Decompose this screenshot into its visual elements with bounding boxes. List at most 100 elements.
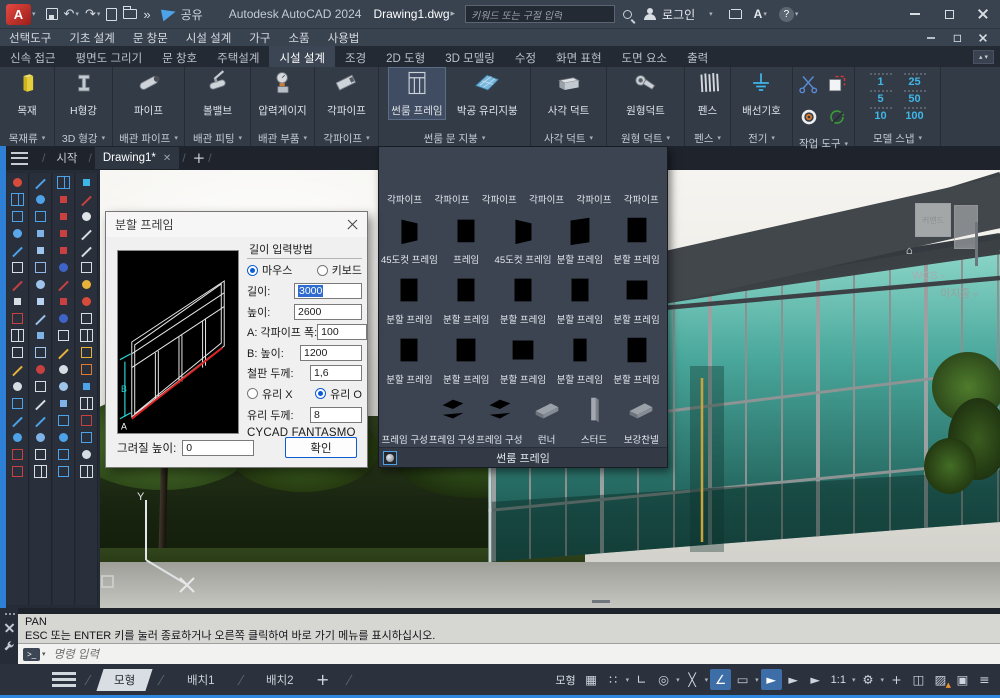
tool-icon[interactable] (79, 430, 94, 445)
account-icon[interactable] (644, 8, 656, 20)
tool-icon[interactable] (79, 362, 94, 377)
gallery-item-분할 프레임[interactable]: 분할 프레임 (608, 333, 665, 386)
autocad-logo-icon[interactable]: A (6, 4, 31, 25)
tool-icon[interactable] (56, 175, 71, 190)
panel-footer-fence[interactable]: 펜스▾ (685, 130, 730, 146)
tab-close-icon[interactable]: ✕ (163, 153, 171, 164)
otrack-icon[interactable]: ∠ (710, 669, 731, 690)
panel-expand-icon[interactable]: ▾ (717, 134, 721, 142)
tool-icon[interactable] (56, 362, 71, 377)
gallery-item-프레임 구성[interactable]: 프레임 구성 (381, 393, 428, 446)
tool-icon[interactable] (33, 243, 48, 258)
isodraft-icon-dropdown[interactable]: ▾ (705, 676, 709, 684)
wcs-dropdown[interactable]: WCS ▿ (912, 270, 945, 282)
tool-icon[interactable] (79, 447, 94, 462)
tool-icon[interactable] (79, 328, 94, 343)
ribbon-tab-7[interactable]: 2D 도형 (376, 46, 435, 67)
dynamic-input-icon-dropdown[interactable]: ▾ (755, 676, 759, 684)
gallery-item-분할 프레임[interactable]: 분할 프레임 (495, 273, 552, 326)
tool-icon[interactable] (79, 243, 94, 258)
glass-thick-field[interactable]: 8 (310, 407, 362, 423)
tool-icon[interactable] (56, 328, 71, 343)
panel-footer-pipe[interactable]: 배관 파이프▾ (113, 130, 184, 146)
tool-icon[interactable] (56, 396, 71, 411)
ribbon-tab-3[interactable]: 문 창호 (152, 46, 207, 67)
radio-mouse[interactable]: 마우스 (247, 262, 292, 278)
panel-expand-icon[interactable]: ▾ (845, 140, 849, 148)
gallery-item-프레임 구성[interactable]: 프레임 구성 (476, 393, 523, 446)
ribbon-button-원형덕트[interactable]: 원형덕트 (624, 68, 667, 119)
radio-glass-o[interactable]: 유리 O (315, 386, 362, 402)
ribbon-tab-6[interactable]: 조경 (335, 46, 376, 67)
tool-icon[interactable] (10, 277, 25, 292)
isodraft-icon[interactable]: ╳ (682, 669, 703, 690)
tool-icon[interactable] (79, 396, 94, 411)
ribbon-button-사각 덕트[interactable]: 사각 덕트 (546, 68, 592, 119)
panel-expand-icon[interactable]: ▾ (919, 134, 923, 142)
command-input[interactable]: >_ ▾ 명령 입력 (18, 643, 1000, 664)
panel-footer-shapes3d[interactable]: 3D 형강▾ (55, 130, 112, 146)
tool-icon[interactable] (79, 345, 94, 360)
tool-icon[interactable] (10, 209, 25, 224)
logo-dropdown-icon[interactable]: ▾ (32, 10, 36, 18)
minimize-button[interactable] (898, 0, 932, 28)
tool-icon[interactable] (79, 192, 94, 207)
polar-tracking-icon[interactable]: ◎ (653, 669, 674, 690)
ribbon-tab-5[interactable]: 시설 설계 (269, 46, 335, 67)
customize-icon[interactable]: ≡ (974, 669, 995, 690)
panel-footer-sqpipe[interactable]: 각파이프▾ (315, 130, 378, 146)
tool-icon[interactable] (33, 396, 48, 411)
tool-icon[interactable] (33, 464, 48, 479)
panel-expand-icon[interactable]: ▾ (590, 134, 594, 142)
gallery-item-분할 프레임[interactable]: 분할 프레임 (381, 273, 438, 326)
length-field[interactable]: 3000 (294, 283, 362, 299)
autodesk-app-icon[interactable]: A (754, 7, 763, 21)
search-category-icon[interactable]: ▸ (451, 9, 456, 19)
command-settings-icon[interactable] (3, 640, 15, 652)
save-button[interactable] (43, 4, 61, 24)
gallery-item-각파이프[interactable]: 각파이프 (428, 153, 475, 206)
layout-menu-icon[interactable] (52, 672, 76, 687)
tool-icon[interactable] (79, 413, 94, 428)
tool-icon[interactable] (33, 226, 48, 241)
tool-icon[interactable] (79, 294, 94, 309)
new-layout-button[interactable]: + (316, 670, 329, 689)
tool-icon[interactable] (33, 192, 48, 207)
panel-footer-parts[interactable]: 배관 부품▾ (251, 130, 314, 146)
more-tools-button[interactable]: » (140, 4, 153, 24)
search-icon[interactable] (623, 10, 632, 19)
tool-icon[interactable] (56, 447, 71, 462)
panel-footer-worktools[interactable]: 작업 도구▾ (793, 136, 854, 151)
tool-icon[interactable] (33, 362, 48, 377)
new-tab-button[interactable]: + (193, 149, 206, 167)
model-snap-50[interactable]: 50 (904, 90, 926, 105)
gallery-item-분할 프레임[interactable]: 분할 프레임 (608, 273, 665, 326)
redo-button[interactable]: ↷▾ (82, 4, 103, 24)
ribbon-tab-10[interactable]: 화면 표현 (546, 46, 612, 67)
panel-footer-sunroom[interactable]: 썬룸 문 지붕▾ (379, 130, 530, 146)
viewport-scrollbar-thumb[interactable] (975, 222, 978, 266)
menu-item-7[interactable]: 사용법 (319, 30, 369, 46)
tool-icon[interactable] (56, 294, 71, 309)
grip-icon[interactable] (4, 612, 15, 617)
tool-icon[interactable] (33, 379, 48, 394)
menu-item-5[interactable]: 가구 (240, 30, 279, 46)
ribbon-collapse-button[interactable]: ▴ ▾ (973, 50, 994, 64)
gallery-item-런너[interactable]: 런너 (523, 393, 570, 446)
ribbon-tab-1[interactable]: 신속 접근 (0, 46, 66, 67)
ribbon-button-H형강[interactable]: H형강 (67, 68, 101, 119)
tool-icon[interactable] (10, 345, 25, 360)
tool-icon[interactable] (56, 209, 71, 224)
plot-button[interactable] (103, 4, 120, 24)
command-close-icon[interactable] (5, 623, 14, 632)
panel-footer-rduct[interactable]: 원형 덕트▾ (607, 130, 684, 146)
model-snap-5[interactable]: 5 (870, 90, 892, 105)
gallery-item-분할 프레임[interactable]: 분할 프레임 (551, 273, 608, 326)
tool-icon[interactable] (33, 260, 48, 275)
tool-icon[interactable] (33, 447, 48, 462)
isolate-objects-icon[interactable]: ◫ (908, 669, 929, 690)
ribbon-button-배선기호[interactable]: 배선기호 (740, 68, 783, 119)
panel-expand-icon[interactable]: ▾ (239, 134, 243, 142)
tool-icon[interactable] (56, 260, 71, 275)
tool-icon[interactable] (10, 413, 25, 428)
